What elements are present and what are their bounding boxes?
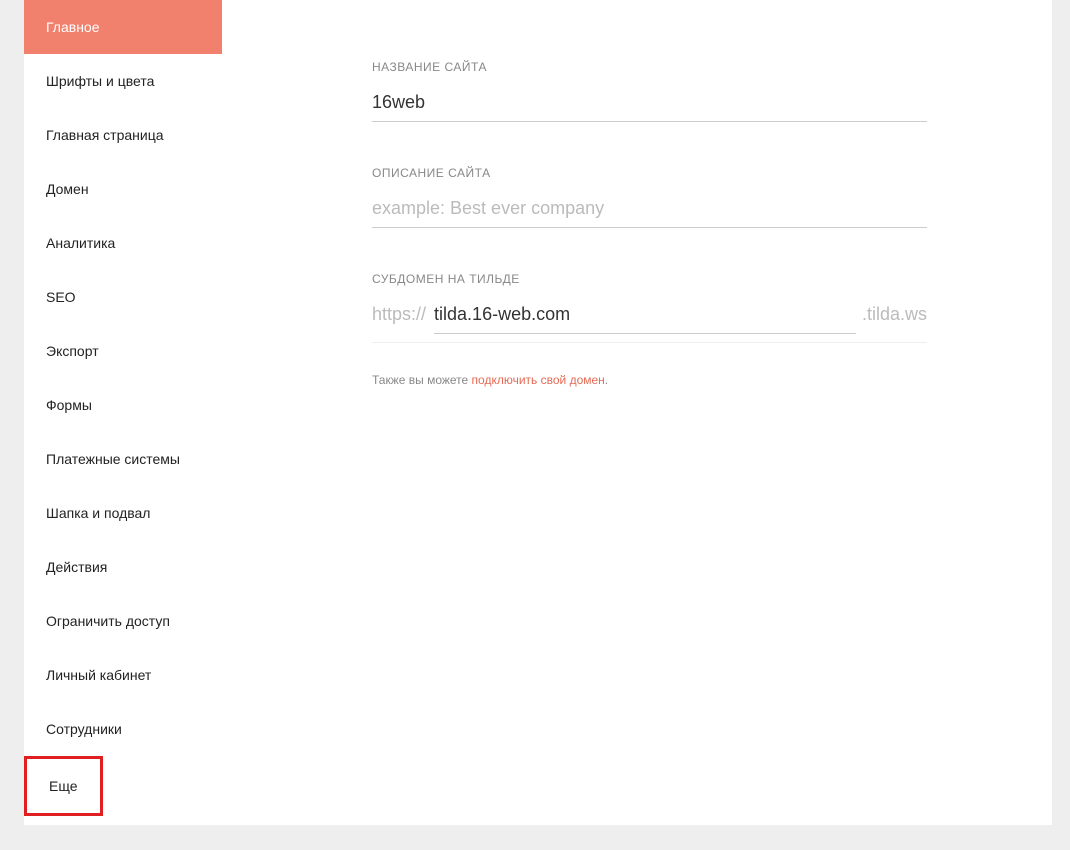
- sidebar-item-actions[interactable]: Действия: [24, 540, 222, 594]
- hint-period: .: [605, 373, 608, 387]
- sidebar-item-personal-cabinet[interactable]: Личный кабинет: [24, 648, 222, 702]
- subdomain-prefix: https://: [372, 304, 426, 325]
- highlight-box: Еще: [24, 756, 103, 816]
- subdomain-suffix: .tilda.ws: [862, 304, 927, 325]
- site-description-input[interactable]: [372, 194, 927, 228]
- domain-hint: Также вы можете подключить свой домен.: [372, 373, 927, 387]
- sidebar-item-fonts-colors[interactable]: Шрифты и цвета: [24, 54, 222, 108]
- subdomain-label: СУБДОМЕН НА ТИЛЬДЕ: [372, 272, 927, 286]
- connect-domain-link[interactable]: подключить свой домен: [472, 373, 605, 387]
- sidebar-item-employees[interactable]: Сотрудники: [24, 702, 222, 756]
- field-site-name: НАЗВАНИЕ САЙТА: [372, 60, 927, 122]
- site-name-label: НАЗВАНИЕ САЙТА: [372, 60, 927, 74]
- field-subdomain: СУБДОМЕН НА ТИЛЬДЕ https:// .tilda.ws: [372, 272, 927, 343]
- sidebar-item-main[interactable]: Главное: [24, 0, 222, 54]
- subdomain-row: https:// .tilda.ws: [372, 300, 927, 343]
- sidebar-item-more[interactable]: Еще: [27, 759, 100, 813]
- main-content: НАЗВАНИЕ САЙТА ОПИСАНИЕ САЙТА СУБДОМЕН Н…: [222, 0, 1052, 825]
- site-name-input[interactable]: [372, 88, 927, 122]
- site-description-label: ОПИСАНИЕ САЙТА: [372, 166, 927, 180]
- sidebar-item-main-page[interactable]: Главная страница: [24, 108, 222, 162]
- sidebar-item-forms[interactable]: Формы: [24, 378, 222, 432]
- sidebar-item-header-footer[interactable]: Шапка и подвал: [24, 486, 222, 540]
- sidebar-item-export[interactable]: Экспорт: [24, 324, 222, 378]
- sidebar-item-seo[interactable]: SEO: [24, 270, 222, 324]
- sidebar-item-analytics[interactable]: Аналитика: [24, 216, 222, 270]
- settings-panel: Главное Шрифты и цвета Главная страница …: [24, 0, 1052, 825]
- hint-text: Также вы можете: [372, 373, 472, 387]
- sidebar-item-domain[interactable]: Домен: [24, 162, 222, 216]
- sidebar: Главное Шрифты и цвета Главная страница …: [24, 0, 222, 825]
- subdomain-input[interactable]: [434, 300, 856, 334]
- sidebar-item-restrict-access[interactable]: Ограничить доступ: [24, 594, 222, 648]
- field-site-description: ОПИСАНИЕ САЙТА: [372, 166, 927, 228]
- sidebar-item-payment-systems[interactable]: Платежные системы: [24, 432, 222, 486]
